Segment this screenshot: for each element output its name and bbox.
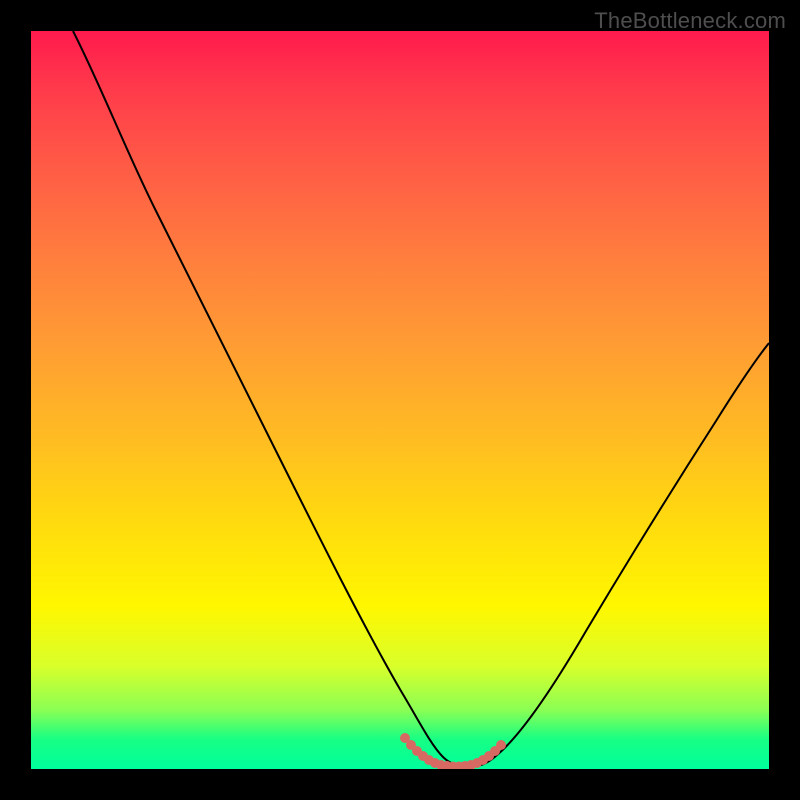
bottleneck-curve-line [73,31,769,767]
chart-plot-area [31,31,769,769]
chart-frame: TheBottleneck.com [0,0,800,800]
sweet-spot-markers [400,733,506,769]
chart-svg [31,31,769,769]
watermark-text: TheBottleneck.com [594,8,786,34]
